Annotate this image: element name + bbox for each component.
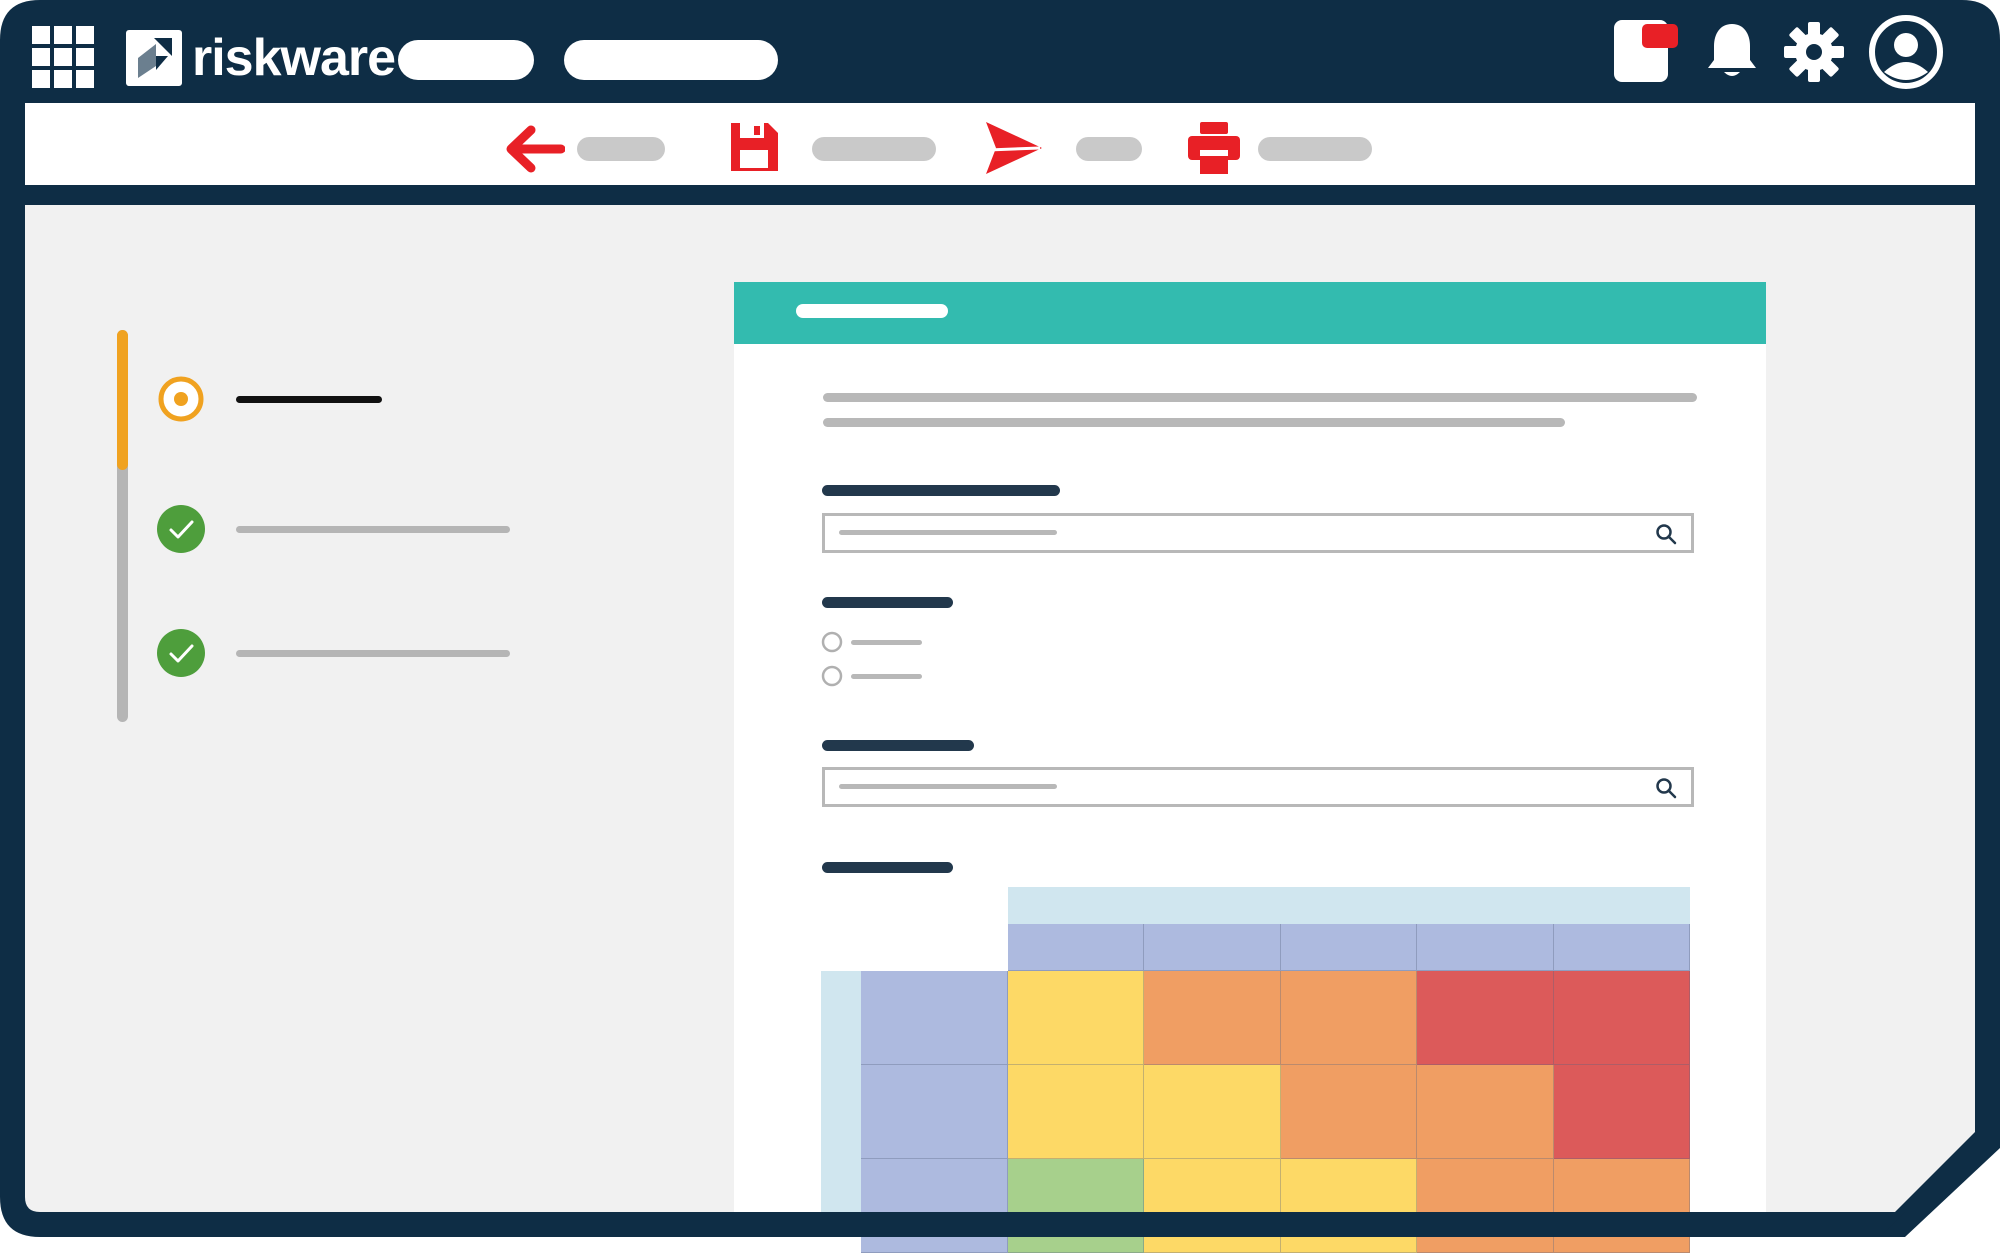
matrix-cell-orange[interactable] (1417, 1159, 1554, 1253)
print-button[interactable] (1188, 118, 1372, 178)
back-button[interactable] (505, 120, 665, 176)
app-window: riskware (0, 0, 2000, 1253)
search-icon[interactable] (1655, 777, 1677, 799)
check-circle-icon (157, 505, 205, 553)
radio-option-2-label (851, 674, 922, 679)
send-label (1076, 137, 1142, 161)
riskware-logo-icon[interactable] (126, 30, 182, 86)
matrix-cell-yellow[interactable] (1280, 1159, 1418, 1253)
back-label (577, 137, 665, 161)
search-input-1[interactable] (822, 513, 1694, 553)
save-icon (731, 123, 778, 171)
matrix-column-header (1280, 924, 1418, 971)
nav-menu-item-2[interactable] (564, 40, 778, 80)
nav-menu-item-1[interactable] (398, 40, 534, 80)
matrix-cell-orange[interactable] (1144, 971, 1281, 1065)
step-item-3[interactable] (156, 628, 516, 678)
step-item-2[interactable] (156, 504, 516, 554)
field-label-2 (822, 597, 953, 608)
arrow-left-icon (506, 125, 565, 173)
field-label-3 (822, 740, 974, 751)
matrix-cell-yellow[interactable] (1144, 1159, 1281, 1253)
step-item-1[interactable] (156, 374, 516, 424)
matrix-cell-red[interactable] (1417, 971, 1554, 1065)
matrix-cell-red[interactable] (1553, 971, 1690, 1065)
search-input-2-placeholder (839, 784, 1057, 789)
matrix-cell-yellow[interactable] (1144, 1065, 1281, 1159)
matrix-cell-red[interactable] (1553, 1065, 1690, 1159)
check-circle-icon (157, 629, 205, 677)
matrix-cell-orange[interactable] (1280, 971, 1418, 1065)
matrix-side-header (821, 971, 861, 1212)
brand-name: riskware (192, 29, 396, 87)
matrix-column-header (1553, 924, 1690, 971)
chat-badge-icon[interactable] (1612, 18, 1680, 86)
save-label (812, 137, 936, 161)
field-label-4 (822, 862, 953, 873)
send-icon (986, 122, 1042, 174)
gear-icon[interactable] (1784, 22, 1844, 82)
matrix-row-header (861, 971, 1008, 1065)
matrix-row-header (861, 1159, 1008, 1253)
radio-option-1[interactable] (820, 630, 930, 654)
send-button[interactable] (984, 118, 1142, 178)
stepper-progress (117, 330, 128, 470)
print-label (1258, 137, 1372, 161)
apps-grid-icon[interactable] (32, 26, 94, 88)
search-input-1-placeholder (839, 530, 1057, 535)
matrix-row-header (861, 1065, 1008, 1159)
matrix-cell-orange[interactable] (1417, 1065, 1554, 1159)
matrix-cell-yellow[interactable] (1008, 1065, 1145, 1159)
matrix-cell-orange[interactable] (1280, 1065, 1418, 1159)
matrix-column-header (1144, 924, 1281, 971)
step-label-1 (236, 396, 382, 403)
matrix-cell-orange[interactable] (1553, 1159, 1690, 1253)
matrix-cell-yellow[interactable] (1008, 971, 1145, 1065)
matrix-cell-green[interactable] (1008, 1159, 1145, 1253)
user-avatar-icon[interactable] (1868, 14, 1944, 90)
window-bottom-edge (40, 1212, 1905, 1237)
search-input-2[interactable] (822, 767, 1694, 807)
field-label-1 (822, 485, 1060, 496)
form-description-line-1 (823, 393, 1697, 402)
radio-current-icon (158, 376, 204, 422)
radio-unchecked-icon (821, 631, 843, 653)
step-label-2 (236, 526, 510, 533)
bell-icon[interactable] (1706, 20, 1758, 80)
matrix-column-header (1008, 924, 1145, 971)
matrix-top-header (1008, 887, 1690, 924)
form-card-title (796, 304, 948, 318)
radio-option-2[interactable] (820, 664, 930, 688)
print-icon (1188, 122, 1240, 174)
matrix-column-header (1417, 924, 1554, 971)
save-button[interactable] (728, 118, 936, 178)
radio-option-1-label (851, 640, 922, 645)
radio-unchecked-icon (821, 665, 843, 687)
search-icon[interactable] (1655, 523, 1677, 545)
form-description-line-2 (823, 418, 1565, 427)
step-label-3 (236, 650, 510, 657)
